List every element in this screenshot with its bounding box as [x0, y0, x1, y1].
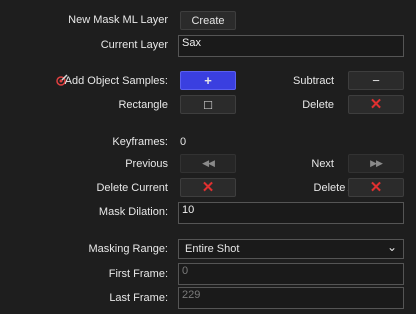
first-frame-label: First Frame: — [108, 268, 168, 280]
next-label: Next — [311, 158, 334, 170]
add-samples-label: Add Object Samples: — [64, 75, 168, 87]
delete-label: Delete — [302, 99, 334, 111]
masking-range-label: Masking Range: — [88, 243, 169, 255]
keyframes-label: Keyframes: — [112, 136, 168, 148]
add-samples-button[interactable]: + — [180, 71, 236, 90]
current-layer-field[interactable]: Sax — [178, 35, 404, 57]
rectangle-button[interactable]: □ — [180, 95, 236, 114]
first-frame-field[interactable]: 0 — [178, 263, 404, 285]
previous-button[interactable]: ◀◀ — [180, 154, 236, 173]
rectangle-label: Rectangle — [118, 99, 168, 111]
delete-all-button[interactable]: ✕ — [348, 178, 404, 197]
current-layer-label: Current Layer — [100, 39, 168, 51]
last-frame-field[interactable]: 229 — [178, 287, 404, 309]
delete-button[interactable]: ✕ — [348, 95, 404, 114]
previous-label: Previous — [125, 158, 168, 170]
keyframes-count: 0 — [180, 136, 187, 148]
close-icon: ✕ — [201, 179, 215, 196]
mask-dilation-field[interactable]: 10 — [178, 202, 404, 224]
next-button[interactable]: ▶▶ — [348, 154, 404, 173]
chevron-down-icon: ⌄ — [386, 240, 397, 254]
last-frame-label: Last Frame: — [109, 292, 168, 304]
close-icon: ✕ — [369, 179, 383, 196]
subtract-button[interactable]: − — [348, 71, 404, 90]
close-icon: ✕ — [369, 96, 383, 113]
subtract-label: Subtract — [293, 75, 334, 87]
create-button[interactable]: Create — [180, 11, 236, 30]
delete-current-label: Delete Current — [96, 182, 168, 194]
new-mask-label: New Mask ML Layer — [68, 14, 168, 26]
delete-current-button[interactable]: ✕ — [180, 178, 236, 197]
mask-dilation-label: Mask Dilation: — [98, 206, 168, 218]
masking-range-select[interactable]: Entire Shot ⌄ — [178, 239, 404, 259]
masking-range-value: Entire Shot — [185, 243, 240, 255]
